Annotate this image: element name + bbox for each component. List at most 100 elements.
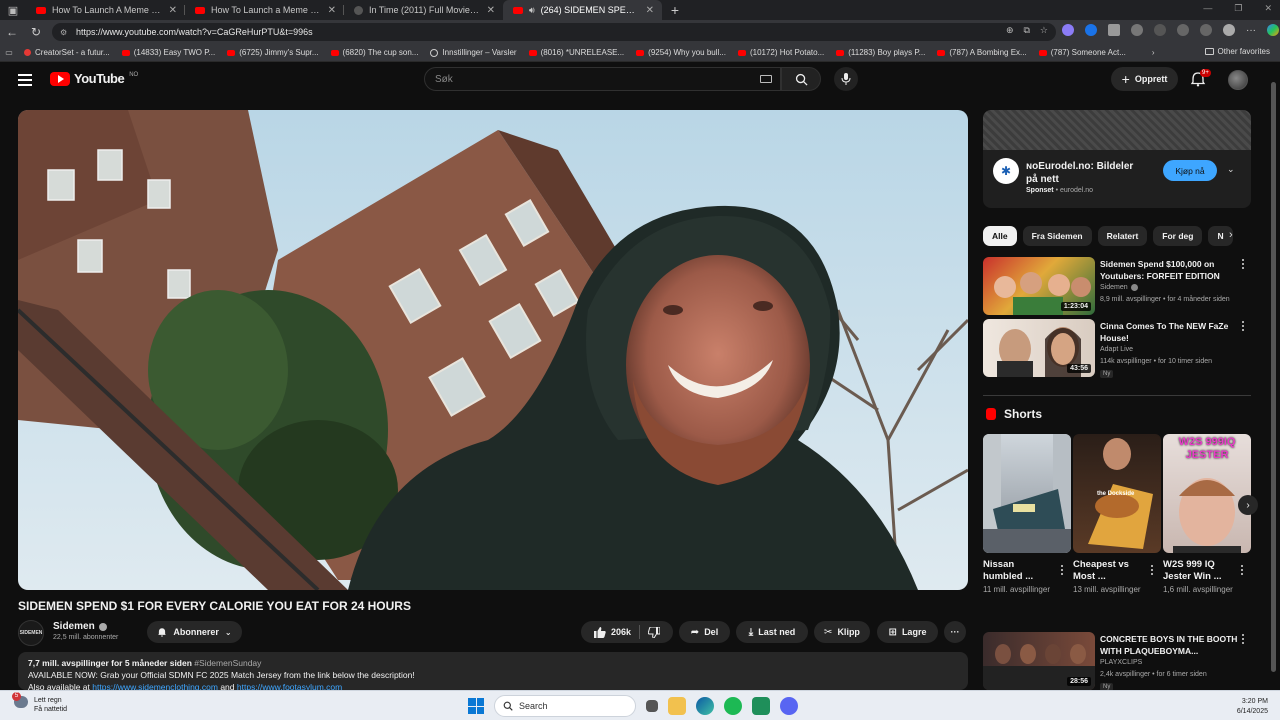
clip-button[interactable]: ✂ Klipp xyxy=(814,621,870,643)
video-thumbnail[interactable]: 28:56 xyxy=(983,632,1095,690)
bookmark-item[interactable]: (787) Someone Act... xyxy=(1033,48,1132,57)
more-vertical-icon[interactable] xyxy=(1242,259,1245,271)
video-thumbnail[interactable]: 1:23:04 xyxy=(983,257,1095,315)
chevron-down-icon[interactable]: ⌄ xyxy=(1227,164,1235,175)
search-input[interactable]: Søk xyxy=(424,67,781,91)
search-button[interactable] xyxy=(781,67,821,91)
tab-close-icon[interactable]: ✕ xyxy=(646,5,654,16)
puzzle-icon[interactable] xyxy=(1131,24,1143,36)
short-item[interactable]: W2S 999IQ JESTER W2S 999 IQ Jester Win .… xyxy=(1163,434,1251,595)
like-button[interactable]: 206k xyxy=(593,626,631,638)
video-description[interactable]: 7,7 mill. avspillinger for 5 måneder sid… xyxy=(18,652,968,690)
favorite-star-icon[interactable]: ☆ xyxy=(1040,25,1048,36)
video-thumbnail[interactable]: 43:56 xyxy=(983,319,1095,377)
extension-icon[interactable] xyxy=(1085,24,1097,36)
short-item[interactable]: Nissan humbled ... 11 mill. avspillinger xyxy=(983,434,1071,595)
back-button[interactable]: ← xyxy=(0,25,24,39)
menu-icon[interactable] xyxy=(18,74,32,89)
bookmark-item[interactable]: (787) A Bombing Ex... xyxy=(931,48,1032,57)
new-tab-button[interactable]: + xyxy=(662,2,688,18)
discord-icon[interactable] xyxy=(780,697,798,715)
more-vertical-icon[interactable] xyxy=(1242,634,1245,646)
scrollbar-thumb[interactable] xyxy=(1271,82,1276,672)
thumbs-down-icon[interactable] xyxy=(648,626,661,638)
short-item[interactable]: the Dockside Cheapest vs Most ... 13 mil… xyxy=(1073,434,1161,595)
page-scrollbar[interactable] xyxy=(1268,62,1280,690)
create-button[interactable]: + Opprett xyxy=(1111,67,1178,91)
account-avatar[interactable] xyxy=(1228,70,1248,90)
edge-browser-icon[interactable] xyxy=(696,697,714,715)
more-actions-button[interactable]: ··· xyxy=(944,621,966,643)
short-thumbnail[interactable]: W2S 999IQ JESTER xyxy=(1163,434,1251,553)
chevron-right-icon[interactable]: › xyxy=(1229,229,1233,241)
window-menu-icon[interactable]: ▣ xyxy=(0,0,26,20)
extension-icon[interactable] xyxy=(1062,24,1074,36)
keyboard-icon[interactable] xyxy=(760,75,772,83)
hashtag-link[interactable]: #SidemenSunday xyxy=(194,658,261,668)
windows-start-icon[interactable] xyxy=(468,698,484,714)
speaker-icon[interactable]: 🔊︎ xyxy=(529,5,535,16)
more-vertical-icon[interactable] xyxy=(1241,565,1244,577)
short-title[interactable]: W2S 999 IQ Jester Win ... xyxy=(1163,559,1235,583)
short-thumbnail[interactable] xyxy=(983,434,1071,553)
more-menu-icon[interactable]: ··· xyxy=(1246,25,1256,36)
minimize-icon[interactable]: — xyxy=(1203,3,1212,14)
short-thumbnail[interactable]: the Dockside xyxy=(1073,434,1161,553)
youtube-logo[interactable]: YouTube NO xyxy=(50,71,138,86)
chip-for-you[interactable]: For deg xyxy=(1153,226,1203,246)
system-clock[interactable]: 3:20 PM 6/14/2025 xyxy=(1237,697,1268,717)
channel-avatar[interactable]: SIDEMEN xyxy=(18,620,44,646)
browser-tab[interactable]: In Time (2011) Full Movie HD - w ✕ xyxy=(344,0,503,20)
video-title[interactable]: CONCRETE BOYS IN THE BOOTH WITH PLAQUEBO… xyxy=(1100,633,1238,657)
close-window-icon[interactable]: ✕ xyxy=(1264,3,1272,14)
channel-name[interactable]: Sidemen xyxy=(53,621,107,632)
tab-close-icon[interactable]: ✕ xyxy=(169,5,177,16)
app-icon[interactable] xyxy=(752,697,770,715)
description-link[interactable]: https://www.sidemenclothing.com xyxy=(92,682,218,690)
channel-name[interactable]: PLAYXCLIPS xyxy=(1100,659,1142,666)
weather-widget[interactable]: 5 Lett regn Få nattetid xyxy=(12,692,67,714)
other-favorites[interactable]: Other favorites xyxy=(1204,47,1270,56)
taskbar-search[interactable]: Search xyxy=(494,695,636,717)
bookmark-item[interactable]: (9254) Why you bull... xyxy=(630,48,732,57)
share-button[interactable]: ➦ Del xyxy=(679,621,730,643)
chip-from-sidemen[interactable]: Fra Sidemen xyxy=(1022,226,1092,246)
bookmarks-overflow-icon[interactable]: › xyxy=(1152,48,1155,57)
bookmark-item[interactable]: (6820) The cup son... xyxy=(325,48,425,57)
spotify-icon[interactable] xyxy=(724,697,742,715)
tab-close-icon[interactable]: ✕ xyxy=(328,5,336,16)
short-title[interactable]: Cheapest vs Most ... xyxy=(1073,559,1145,583)
recommended-video[interactable]: 1:23:04 Sidemen Spend $100,000 on Youtub… xyxy=(983,257,1251,317)
bookmark-item[interactable]: (14833) Easy TWO P... xyxy=(116,48,222,57)
chip-related[interactable]: Relatert xyxy=(1097,226,1148,246)
install-app-icon[interactable]: ⧉ xyxy=(1023,25,1029,36)
browser-tab[interactable]: How To Launch A Meme Coin And ✕ xyxy=(26,0,185,20)
task-view-icon[interactable] xyxy=(646,700,658,712)
save-button[interactable]: ⊞ Lagre xyxy=(877,621,938,643)
ad-cta-button[interactable]: Kjøp nå xyxy=(1163,160,1217,181)
bookmark-item[interactable]: (11283) Boy plays P... xyxy=(830,48,931,57)
video-title[interactable]: Sidemen Spend $100,000 on Youtubers: FOR… xyxy=(1100,258,1238,282)
video-title[interactable]: Cinna Comes To The NEW FaZe House! xyxy=(1100,320,1238,344)
url-field[interactable]: ⚙ https://www.youtube.com/watch?v=CaGReH… xyxy=(52,23,1056,41)
subscribe-button[interactable]: Abonnerer ⌄ xyxy=(147,621,242,643)
bookmark-item[interactable]: (8016) *UNRELEASE... xyxy=(523,48,631,57)
recommended-video[interactable]: 28:56 CONCRETE BOYS IN THE BOOTH WITH PL… xyxy=(983,632,1251,691)
download-button[interactable]: ⤓ Last ned xyxy=(736,621,808,643)
copilot-icon[interactable] xyxy=(1267,24,1279,36)
reading-list-icon[interactable]: ▭ xyxy=(0,48,18,57)
translate-icon[interactable]: ⊕ xyxy=(1006,25,1014,36)
profile-icon[interactable] xyxy=(1223,24,1235,36)
more-vertical-icon[interactable] xyxy=(1151,565,1154,577)
bookmark-item[interactable]: CreatorSet - a futur... xyxy=(18,48,116,57)
video-player[interactable] xyxy=(18,110,968,590)
sponsored-ad-card[interactable]: ✱ ɴoEurodel.no: Bildeler på nett Sponset… xyxy=(983,110,1251,208)
bookmark-item[interactable]: (10172) Hot Potato... xyxy=(732,48,830,57)
browser-tab[interactable]: How To Launch a Meme Coin And ✕ xyxy=(185,0,344,20)
split-screen-icon[interactable] xyxy=(1154,24,1166,36)
channel-name[interactable]: Sidemen xyxy=(1100,284,1138,291)
collections-icon[interactable] xyxy=(1200,24,1212,36)
more-vertical-icon[interactable] xyxy=(1061,565,1064,577)
recommended-video[interactable]: 43:56 Cinna Comes To The NEW FaZe House!… xyxy=(983,319,1251,379)
site-info-icon[interactable]: ⚙ xyxy=(60,28,70,37)
